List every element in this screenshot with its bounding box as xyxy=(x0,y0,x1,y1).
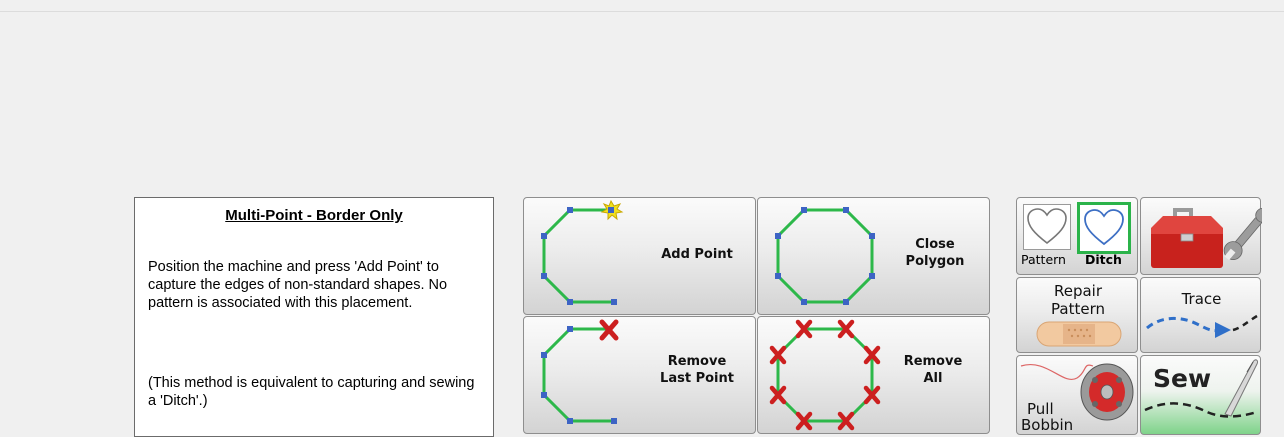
close-polygon-label: Close Polygon xyxy=(890,236,980,270)
add-point-button[interactable]: Add Point xyxy=(523,197,756,315)
needle-stitch-icon xyxy=(1144,359,1258,418)
remove-last-label-line1: Remove xyxy=(667,354,727,369)
info-title: Multi-Point - Border Only xyxy=(225,207,403,224)
remove-all-label-line2: All xyxy=(923,371,943,386)
ditch-label: Ditch xyxy=(1085,252,1122,267)
heart-outline-icon xyxy=(1027,208,1067,245)
remove-last-point-label: Remove Last Point xyxy=(642,353,752,387)
remove-last-label-line2: Last Point xyxy=(660,371,734,386)
top-divider xyxy=(0,11,1284,12)
remove-all-label: Remove All xyxy=(888,353,978,387)
heart-outline-blue-icon xyxy=(1084,209,1124,246)
tools-button[interactable] xyxy=(1140,197,1262,275)
close-polygon-label-line1: Close xyxy=(915,237,955,252)
pattern-ditch-toggle[interactable]: Pattern Ditch xyxy=(1016,197,1138,275)
info-panel: Multi-Point - Border Only Position the m… xyxy=(134,197,494,437)
info-note: (This method is equivalent to capturing … xyxy=(148,375,475,409)
sew-button[interactable]: Sew xyxy=(1140,355,1261,435)
toolbox-wrench-icon xyxy=(1151,207,1262,268)
repair-pattern-button[interactable]: Repair Pattern xyxy=(1016,277,1138,353)
remove-all-label-line1: Remove xyxy=(903,354,963,369)
close-polygon-button[interactable]: Close Polygon xyxy=(757,197,990,315)
remove-last-point-button[interactable]: Remove Last Point xyxy=(523,316,756,434)
add-point-label: Add Point xyxy=(661,247,733,262)
dashed-arrow-icon xyxy=(1146,314,1258,338)
ditch-option[interactable] xyxy=(1077,202,1131,254)
pull-bobbin-button[interactable]: Pull Bobbin xyxy=(1016,355,1138,435)
pattern-label: Pattern xyxy=(1021,252,1066,267)
bandage-icon xyxy=(1036,321,1122,347)
info-description: Position the machine and press 'Add Poin… xyxy=(148,259,448,311)
close-polygon-label-line2: Polygon xyxy=(905,254,965,269)
trace-button[interactable]: Trace xyxy=(1140,277,1261,353)
pattern-option[interactable] xyxy=(1023,204,1071,250)
remove-all-button[interactable]: Remove All xyxy=(757,316,990,434)
bobbin-label: Bobbin xyxy=(1021,416,1074,434)
